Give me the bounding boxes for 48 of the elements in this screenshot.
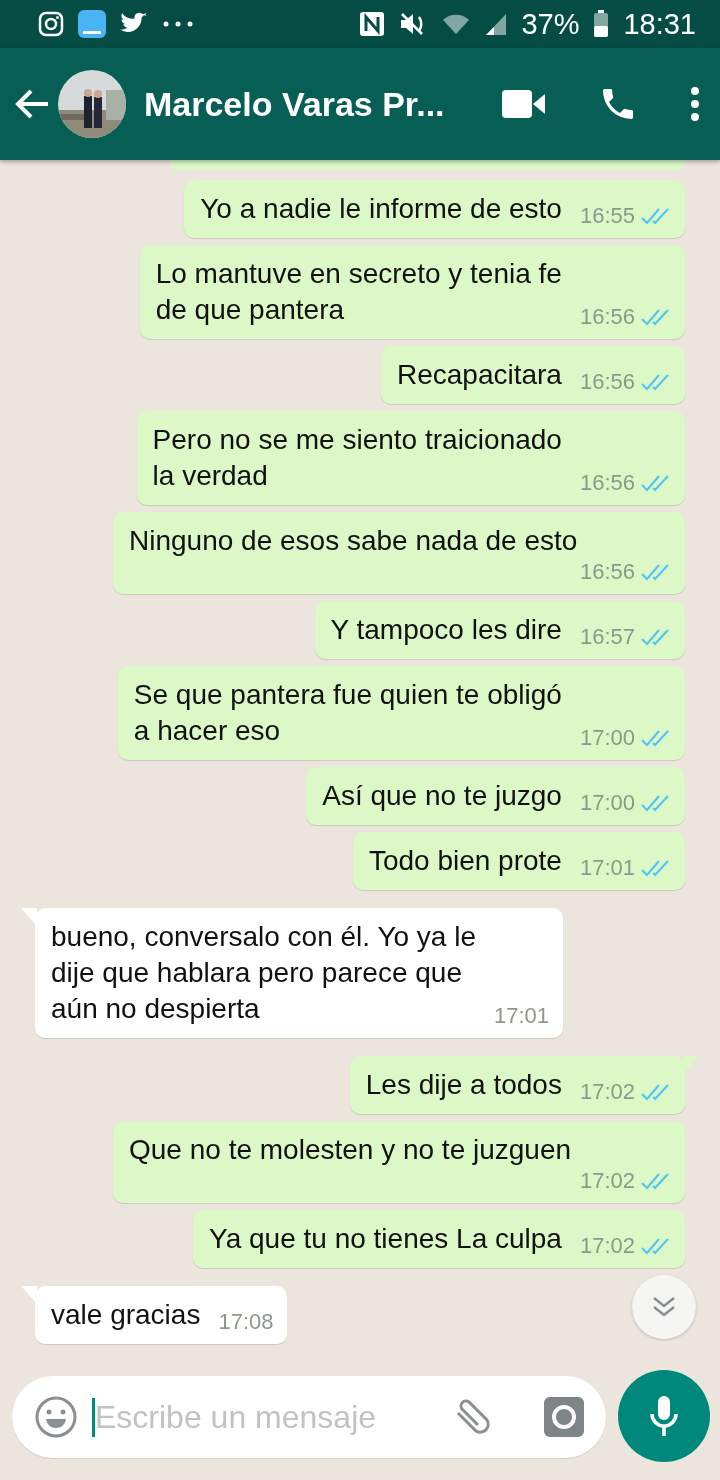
message-text: Ya que tu no tienes La culpa xyxy=(209,1222,562,1256)
app-icon xyxy=(78,10,106,38)
camera-app-icon xyxy=(38,11,64,37)
message-text: Ninguno de esos sabe nada de esto xyxy=(129,524,578,558)
video-camera-icon[interactable] xyxy=(502,90,546,118)
message-time: 17:02 xyxy=(579,1233,635,1259)
message-time: 17:02 xyxy=(579,1079,635,1105)
clock-time: 18:31 xyxy=(623,7,696,41)
message-text: bueno, conversalo con él. Yo ya le dije que hablara pero parece que aún no despierta xyxy=(51,920,476,1026)
message-time: 17:02 xyxy=(579,1168,635,1194)
message-text: Se que pantera fue quien te obligó a hacer eso xyxy=(133,678,562,748)
signal-icon xyxy=(485,12,508,36)
nfc-icon xyxy=(359,11,386,37)
message-text: Recapacitara xyxy=(396,358,562,392)
wifi-icon xyxy=(441,12,472,36)
message-time: 16:56 xyxy=(579,470,635,496)
message-time: 16:56 xyxy=(579,304,635,330)
message-time: 16:56 xyxy=(579,369,635,395)
message-field[interactable]: Escribe un mensaje xyxy=(12,1376,606,1458)
scroll-down-button[interactable] xyxy=(632,1275,696,1339)
message-text: Todo bien prote xyxy=(368,844,562,878)
more-options-icon[interactable] xyxy=(690,86,700,122)
more-dots-icon xyxy=(162,21,194,27)
message-time: 17:00 xyxy=(579,790,635,816)
message-text: Les dije a todos xyxy=(365,1068,562,1102)
microphone-icon xyxy=(649,1394,679,1438)
message-text: Lo mantuve en secreto y tenia fe de que pantera xyxy=(155,257,562,327)
smiley-icon[interactable] xyxy=(34,1395,78,1439)
message-text: Pero no se me siento traicionado la verdad xyxy=(152,423,562,493)
camera-icon[interactable] xyxy=(544,1397,584,1437)
battery-icon xyxy=(593,10,610,38)
message-text: Así que no te juzgo xyxy=(322,779,562,813)
message-time: 17:00 xyxy=(579,725,635,751)
message-text: Y tampoco les dire xyxy=(330,613,562,647)
message-text: Que no te molesten y no te juzguen xyxy=(129,1133,572,1167)
battery-percentage: 37% xyxy=(521,7,580,41)
message-time: 16:55 xyxy=(579,203,635,229)
back-arrow-icon[interactable] xyxy=(14,88,50,120)
message-time: 17:08 xyxy=(218,1309,274,1335)
message-text: vale gracias xyxy=(51,1298,201,1332)
message-text: Yo a nadie le informe de esto xyxy=(200,192,562,226)
double-chevron-icon xyxy=(651,1295,677,1319)
message-time: 16:56 xyxy=(579,559,635,585)
message-input[interactable]: Escribe un mensaje xyxy=(92,1397,436,1437)
contact-name[interactable]: Marcelo Varas Pr... xyxy=(144,84,502,124)
message-time: 17:01 xyxy=(579,855,635,881)
message-time: 16:57 xyxy=(579,624,635,650)
message-time: 17:01 xyxy=(494,1003,550,1029)
